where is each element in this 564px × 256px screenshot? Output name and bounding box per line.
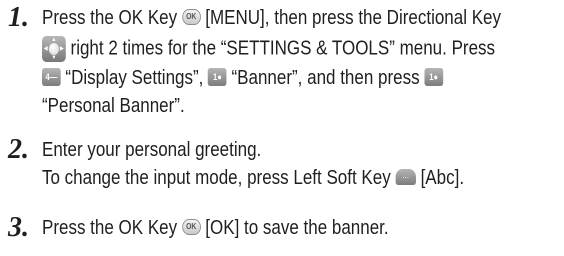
step-number: 2.: [8, 134, 29, 165]
step-1-line-1: Press the OK Key OK [MENU], then press t…: [42, 6, 501, 30]
step-text: [MENU], then press the Directional Key: [205, 7, 502, 29]
directional-key-center: [48, 43, 59, 55]
key-4-icon: 4—: [42, 67, 61, 86]
left-soft-key-icon: ⋯: [395, 168, 416, 185]
step-text: [OK] to save the banner.: [205, 217, 389, 239]
step-text: “Banner”, and then press: [231, 67, 420, 89]
step-text: To change the input mode, press Left Sof…: [42, 167, 391, 189]
arrow-down-icon: ▼: [51, 55, 57, 61]
ok-key-icon: OK: [181, 8, 201, 25]
step-3-line-1: Press the OK Key OK [OK] to save the ban…: [42, 216, 389, 240]
step-2-line-2: To change the input mode, press Left Sof…: [42, 166, 464, 190]
ok-key-icon: OK: [181, 218, 201, 235]
step-2-line-1: Enter your personal greeting.: [42, 138, 261, 162]
arrow-up-icon: ▲: [51, 37, 57, 43]
step-text: Press the OK Key: [42, 7, 178, 29]
key-label: 1: [429, 71, 434, 82]
step-number: 3.: [8, 212, 29, 243]
key-label: 4: [45, 71, 50, 82]
key-1-icon: 1●: [208, 67, 227, 86]
step-text: Enter your personal greeting.: [42, 139, 262, 161]
arrow-right-icon: ▶: [59, 46, 64, 52]
step-number: 1.: [8, 2, 29, 33]
step-text: “Personal Banner”.: [42, 95, 185, 117]
key-1-icon: 1●: [424, 67, 444, 86]
instruction-steps: 1. Press the OK Key OK [MENU], then pres…: [0, 0, 564, 256]
step-text: right 2 times for the “SETTINGS & TOOLS”…: [70, 37, 496, 60]
step-text: Press the OK Key: [42, 217, 178, 239]
directional-key-icon: ▲ ▼ ◀ ▶: [42, 36, 66, 62]
step-1-line-3: 4— “Display Settings”, 1● “Banner”, and …: [42, 66, 444, 90]
step-1-line-4: “Personal Banner”.: [42, 94, 185, 118]
step-1-line-2: ▲ ▼ ◀ ▶ right 2 times for the “SETTINGS …: [42, 36, 495, 62]
step-text: [Abc].: [420, 167, 465, 189]
key-label: 1: [212, 71, 218, 82]
step-text: “Display Settings”,: [65, 67, 204, 89]
arrow-left-icon: ◀: [43, 46, 48, 52]
